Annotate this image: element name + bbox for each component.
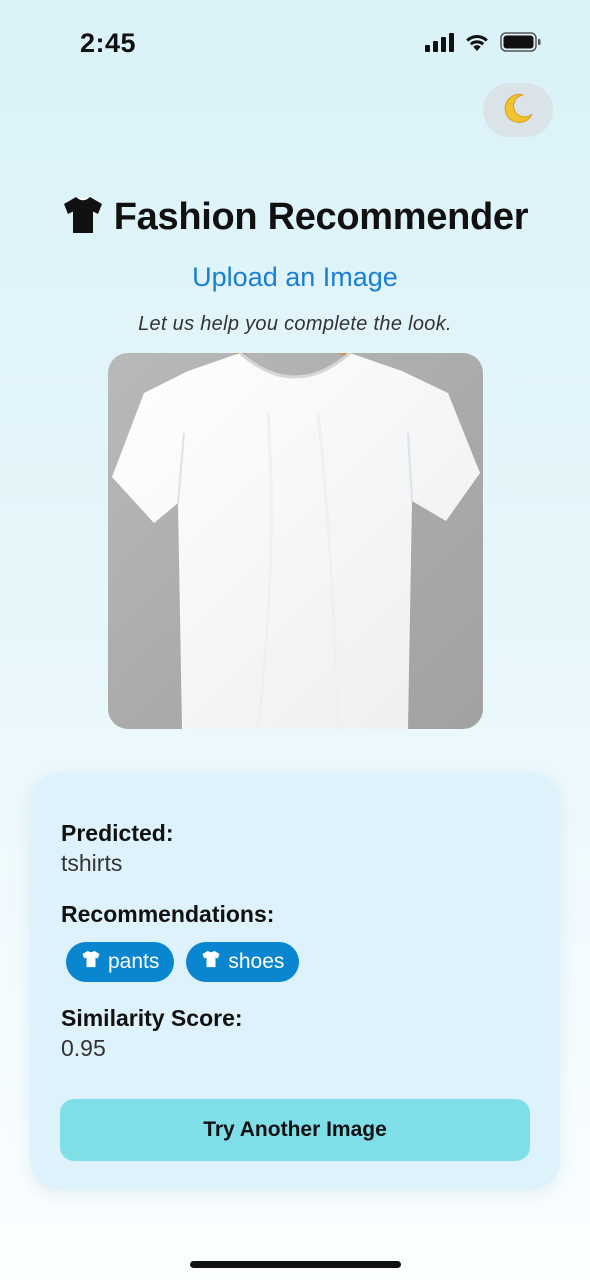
tshirt-icon: [81, 950, 101, 974]
predicted-label: Predicted:: [61, 820, 174, 846]
wifi-icon: [464, 32, 490, 52]
chip-label: shoes: [228, 950, 285, 973]
try-another-image-button[interactable]: Try Another Image: [60, 1099, 530, 1161]
tshirt-icon: [201, 950, 221, 974]
status-time: 2:45: [80, 28, 137, 58]
recommendation-chips: pants shoes: [66, 942, 300, 982]
theme-toggle-button[interactable]: [483, 83, 553, 137]
tagline: Let us help you complete the look.: [138, 313, 452, 335]
similarity-label: Similarity Score:: [61, 1005, 243, 1031]
status-icons: [425, 32, 542, 52]
moon-icon: [501, 92, 535, 129]
similarity-value: 0.95: [61, 1035, 106, 1061]
result-card: Predicted: tshirts Recommendations: pant…: [30, 773, 560, 1190]
predicted-value: tshirts: [61, 850, 123, 876]
battery-icon: [500, 32, 542, 52]
status-bar: 2:45: [0, 0, 590, 90]
chip-label: pants: [108, 950, 160, 973]
recommendation-chip-pants[interactable]: pants: [66, 942, 175, 982]
uploaded-image: [108, 353, 483, 729]
cellular-signal-icon: [425, 32, 454, 52]
tshirt-icon: [62, 195, 104, 240]
upload-image-link[interactable]: Upload an Image: [0, 262, 590, 293]
home-indicator: [190, 1261, 401, 1268]
recommendation-chip-shoes[interactable]: shoes: [186, 942, 300, 982]
page-title: Fashion Recommender: [0, 195, 590, 240]
recommendations-label: Recommendations:: [61, 901, 275, 927]
app-title-text: Fashion Recommender: [113, 196, 529, 238]
